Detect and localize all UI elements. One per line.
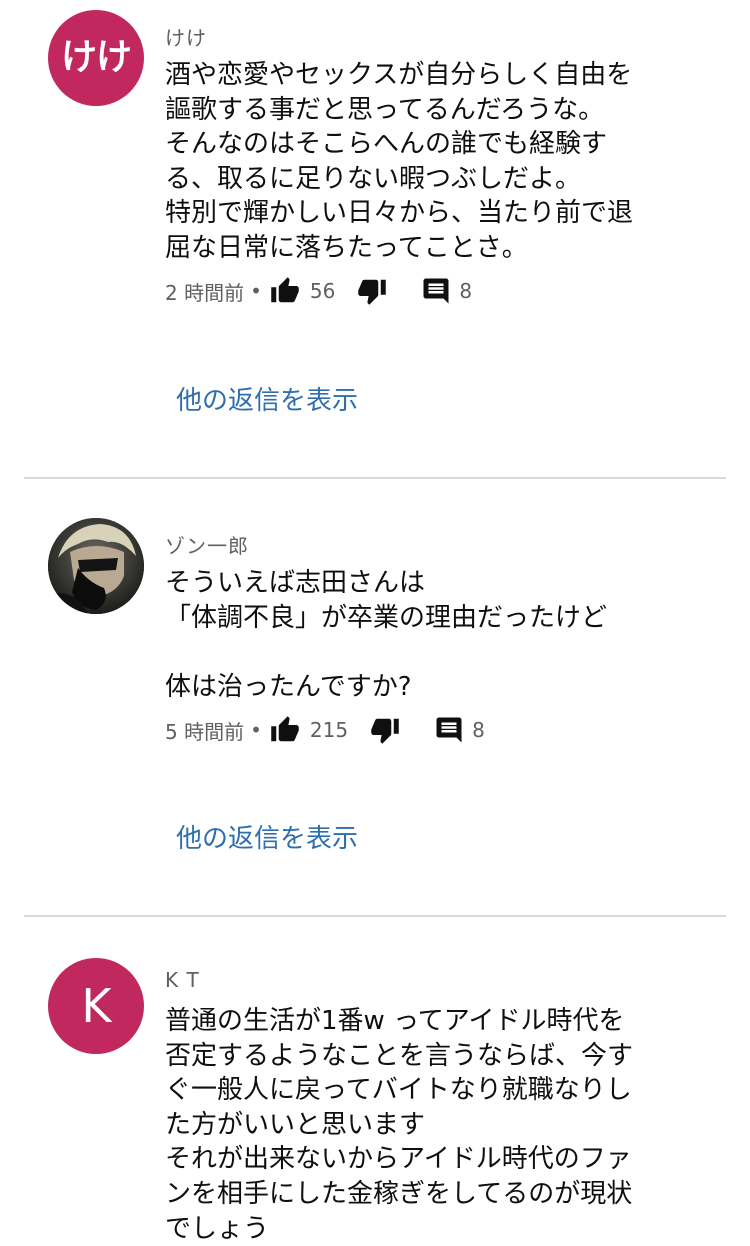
avatar-initials: けけ <box>60 37 132 78</box>
thumbs-down-icon[interactable] <box>370 715 400 745</box>
comment-text: 酒や恋愛やセックスが自分らしく自由を 謳歌する事だと思ってるんだろうな。 そんな… <box>165 60 634 263</box>
avatar[interactable] <box>48 518 144 614</box>
comment-actions: 5 時間前 • 215 8 <box>165 713 485 747</box>
reply-count: 8 <box>472 718 485 742</box>
comment-icon[interactable] <box>434 715 464 745</box>
reply-count: 8 <box>459 279 473 303</box>
author-name[interactable]: ゾン一郎 <box>165 530 249 559</box>
show-replies-link[interactable]: 他の返信を表示 <box>176 818 358 855</box>
comment-item: K K T 普通の生活が1番w ってアイドル時代を 否定するようなことを言うなら… <box>0 916 750 1244</box>
comment-actions: 2 時間前 • 56 8 <box>165 274 472 308</box>
comment-icon[interactable] <box>421 276 451 306</box>
comment-item: けけ けけ 酒や恋愛やセックスが自分らしく自由を 謳歌する事だと思ってるんだろう… <box>0 0 750 470</box>
thumbs-down-icon[interactable] <box>357 276 387 306</box>
author-name[interactable]: K T <box>165 968 200 992</box>
like-count: 56 <box>309 279 336 303</box>
like-count: 215 <box>309 718 349 742</box>
avatar[interactable]: けけ <box>48 10 144 106</box>
separator-dot: • <box>250 718 262 742</box>
avatar[interactable]: K <box>48 958 144 1054</box>
comment-text: 普通の生活が1番w ってアイドル時代を 否定するようなことを言うならば、今す ぐ… <box>165 1006 634 1244</box>
author-name[interactable]: けけ <box>165 22 207 51</box>
avatar-initials: K <box>81 979 111 1033</box>
timestamp: 5 時間前 <box>165 719 245 744</box>
comment-item: ゾン一郎 そういえば志田さんは 「体調不良」が卒業の理由だったけど 体は治ったん… <box>0 478 750 916</box>
timestamp: 2 時間前 <box>165 280 245 305</box>
show-replies-link[interactable]: 他の返信を表示 <box>176 380 358 417</box>
thumbs-up-icon[interactable] <box>270 276 300 306</box>
thumbs-up-icon[interactable] <box>270 715 300 745</box>
avatar-photo <box>48 518 144 614</box>
separator-dot: • <box>250 279 262 303</box>
comment-text: そういえば志田さんは 「体調不良」が卒業の理由だったけど 体は治ったんですか? <box>165 568 608 702</box>
